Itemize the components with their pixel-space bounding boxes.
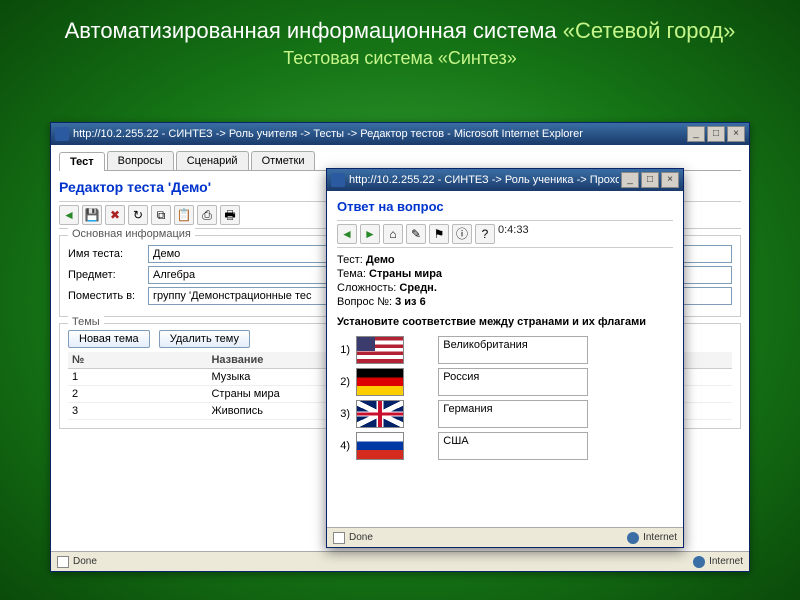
- home-icon[interactable]: ⌂: [383, 224, 403, 244]
- status-done: Done: [349, 532, 373, 543]
- status-zone: Internet: [643, 532, 677, 543]
- legend-main-info: Основная информация: [68, 228, 195, 240]
- match-row: 1) Великобритания: [337, 334, 673, 366]
- match-row: 3) Германия: [337, 398, 673, 430]
- match-row: 4) США: [337, 430, 673, 462]
- flag-germany-icon: [356, 368, 404, 396]
- tab-marks[interactable]: Отметки: [251, 151, 316, 170]
- label-test-name: Имя теста:: [68, 248, 148, 260]
- delete-topic-button[interactable]: Удалить тему: [159, 330, 250, 348]
- tab-test[interactable]: Тест: [59, 152, 105, 171]
- close-button[interactable]: ×: [661, 172, 679, 188]
- print-icon[interactable]: 🖶: [220, 205, 240, 225]
- answer-slot[interactable]: Великобритания: [438, 336, 588, 364]
- flag-icon[interactable]: ⚑: [429, 224, 449, 244]
- slide-title: Автоматизированная информационная систем…: [0, 0, 800, 48]
- match-table: 1) Великобритания 2) Россия 3) Германия …: [337, 334, 673, 462]
- flag-usa-icon: [356, 336, 404, 364]
- popup-titlebar[interactable]: http://10.2.255.22 - СИНТЕЗ -> Роль учен…: [327, 169, 683, 191]
- info-icon[interactable]: ⓘ: [452, 224, 472, 244]
- meta-difficulty: Сложность: Средн.: [337, 282, 673, 294]
- meta-test: Тест: Демо: [337, 254, 673, 266]
- match-row: 2) Россия: [337, 366, 673, 398]
- popup-window-title: http://10.2.255.22 - СИНТЕЗ -> Роль учен…: [349, 174, 619, 186]
- slide-subtitle: Тестовая система «Синтез»: [0, 48, 800, 77]
- col-num: №: [68, 352, 207, 369]
- slide-title-prefix: Автоматизированная информационная систем…: [65, 18, 563, 43]
- status-done: Done: [73, 556, 97, 567]
- maximize-button[interactable]: □: [707, 126, 725, 142]
- main-window-title: http://10.2.255.22 - СИНТЕЗ -> Роль учит…: [73, 128, 685, 140]
- minimize-button[interactable]: _: [687, 126, 705, 142]
- tab-questions[interactable]: Вопросы: [107, 151, 174, 170]
- meta-topic: Тема: Страны мира: [337, 268, 673, 280]
- question-text: Установите соответствие между странами и…: [337, 316, 673, 328]
- back-icon[interactable]: ◄: [59, 205, 79, 225]
- help-icon[interactable]: ?: [475, 224, 495, 244]
- meta-qnum: Вопрос №: 3 из 6: [337, 296, 673, 308]
- main-statusbar: Done Internet: [51, 551, 749, 571]
- internet-icon: [693, 556, 705, 568]
- flag-russia-icon: [356, 432, 404, 460]
- label-subject: Предмет:: [68, 269, 148, 281]
- ie-icon: [331, 173, 345, 187]
- popup-browser-window: http://10.2.255.22 - СИНТЕЗ -> Роль учен…: [326, 168, 684, 548]
- paste-icon[interactable]: 📋: [174, 205, 194, 225]
- next-icon[interactable]: ►: [360, 224, 380, 244]
- timer: 0:4:33: [498, 224, 529, 244]
- popup-statusbar: Done Internet: [327, 527, 683, 547]
- minimize-button[interactable]: _: [621, 172, 639, 188]
- copy-icon[interactable]: ⧉: [151, 205, 171, 225]
- label-place: Поместить в:: [68, 290, 148, 302]
- answer-slot[interactable]: Россия: [438, 368, 588, 396]
- done-icon: [333, 532, 345, 544]
- answer-heading: Ответ на вопрос: [337, 199, 673, 214]
- popup-toolbar: ◄ ► ⌂ ✎ ⚑ ⓘ ? 0:4:33: [337, 220, 673, 248]
- tools-icon[interactable]: ✎: [406, 224, 426, 244]
- maximize-button[interactable]: □: [641, 172, 659, 188]
- slide-title-accent: «Сетевой город»: [563, 18, 736, 43]
- save-icon[interactable]: 💾: [82, 205, 102, 225]
- refresh-icon[interactable]: ↻: [128, 205, 148, 225]
- ie-icon: [55, 127, 69, 141]
- lock-icon[interactable]: ⎙: [197, 205, 217, 225]
- delete-icon[interactable]: ✖: [105, 205, 125, 225]
- legend-topics: Темы: [68, 316, 104, 328]
- flag-uk-icon: [356, 400, 404, 428]
- internet-icon: [627, 532, 639, 544]
- tab-scenario[interactable]: Сценарий: [176, 151, 249, 170]
- answer-slot[interactable]: США: [438, 432, 588, 460]
- status-zone: Internet: [709, 556, 743, 567]
- prev-icon[interactable]: ◄: [337, 224, 357, 244]
- answer-slot[interactable]: Германия: [438, 400, 588, 428]
- new-topic-button[interactable]: Новая тема: [68, 330, 150, 348]
- main-titlebar[interactable]: http://10.2.255.22 - СИНТЕЗ -> Роль учит…: [51, 123, 749, 145]
- close-button[interactable]: ×: [727, 126, 745, 142]
- done-icon: [57, 556, 69, 568]
- popup-content: Ответ на вопрос ◄ ► ⌂ ✎ ⚑ ⓘ ? 0:4:33 Тес…: [327, 191, 683, 527]
